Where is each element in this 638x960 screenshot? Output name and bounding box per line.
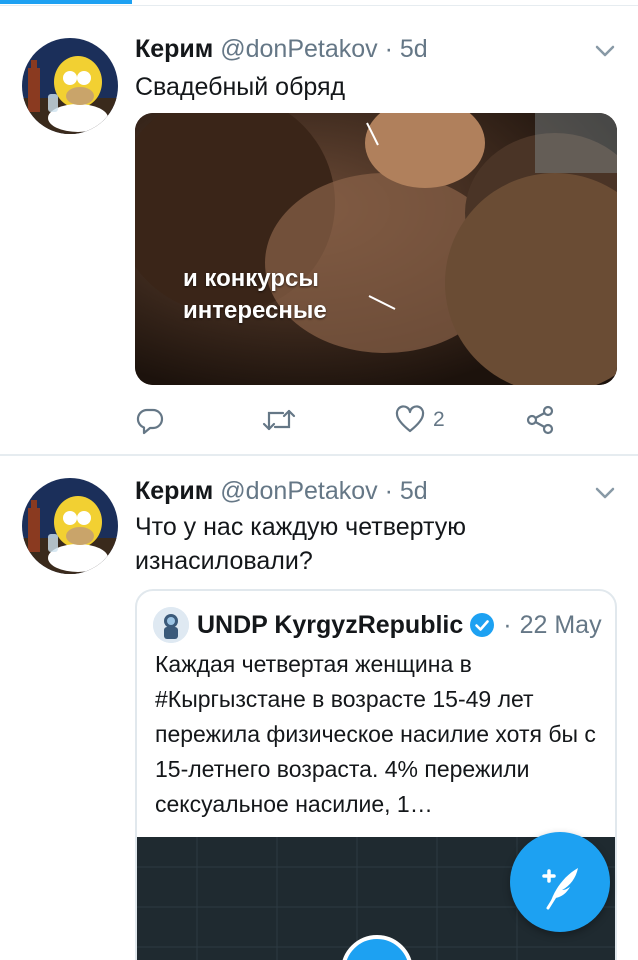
image-caption: и конкурсы интересные bbox=[183, 263, 327, 327]
tweet-text: Что у нас каждую четвертую изнасиловали? bbox=[135, 510, 555, 578]
quoted-date[interactable]: 22 May bbox=[520, 611, 602, 640]
photo-illustration bbox=[135, 113, 617, 385]
like-button[interactable]: 2 bbox=[395, 404, 445, 436]
quoted-tweet-text: Каждая четвертая женщина в #Кыргызстане … bbox=[155, 651, 596, 817]
author-handle[interactable]: @donPetakov bbox=[220, 477, 377, 505]
chevron-down-icon[interactable] bbox=[594, 40, 616, 62]
tweet-text: Свадебный обряд bbox=[135, 73, 346, 101]
avatar[interactable] bbox=[22, 478, 118, 574]
separator-dot: · bbox=[384, 35, 393, 63]
quoted-avatar[interactable] bbox=[153, 607, 189, 643]
tweet-image[interactable]: и конкурсы интересные bbox=[135, 113, 617, 385]
tweet-time[interactable]: 5d bbox=[400, 477, 428, 505]
tweet-time[interactable]: 5d bbox=[400, 35, 428, 63]
separator-dot: · bbox=[503, 610, 512, 639]
heart-icon bbox=[395, 405, 425, 433]
share-button[interactable] bbox=[525, 404, 555, 436]
caption-line: и конкурсы bbox=[183, 265, 319, 292]
quoted-tweet-header: UNDP KyrgyzRepublic · 22 May bbox=[153, 607, 602, 643]
avatar[interactable] bbox=[22, 38, 118, 134]
share-icon bbox=[526, 405, 554, 435]
tweet-text-line: изнасиловали? bbox=[135, 547, 313, 575]
retweet-button[interactable] bbox=[261, 404, 297, 436]
reply-icon bbox=[136, 408, 164, 435]
tweet-header: Керим @donPetakov · 5d bbox=[135, 35, 428, 64]
compose-tweet-button[interactable] bbox=[510, 832, 610, 932]
tweet-actions: 2 bbox=[135, 404, 565, 436]
author-name[interactable]: Керим bbox=[135, 35, 213, 63]
active-tab-indicator bbox=[0, 0, 132, 4]
tweet-header: Керим @donPetakov · 5d bbox=[135, 477, 428, 506]
like-count: 2 bbox=[433, 408, 445, 431]
separator-dot: · bbox=[384, 477, 393, 505]
retweet-icon bbox=[262, 409, 296, 431]
top-tab-bar bbox=[0, 0, 638, 6]
caption-line: интересные bbox=[183, 297, 327, 324]
tweet[interactable]: Керим @donPetakov · 5d Свадебный обряд и… bbox=[0, 14, 638, 452]
compose-tweet-icon bbox=[542, 868, 578, 910]
author-handle[interactable]: @donPetakov bbox=[220, 35, 377, 63]
reply-button[interactable] bbox=[135, 404, 165, 436]
tweet-divider bbox=[0, 454, 638, 456]
tab-bar-divider bbox=[0, 5, 638, 6]
author-name[interactable]: Керим bbox=[135, 477, 213, 505]
chevron-down-icon[interactable] bbox=[594, 482, 616, 504]
verified-badge-icon bbox=[470, 613, 495, 637]
quoted-author-name[interactable]: UNDP KyrgyzRepublic bbox=[197, 611, 463, 640]
tweet-text-line: Что у нас каждую четвертую bbox=[135, 513, 466, 541]
